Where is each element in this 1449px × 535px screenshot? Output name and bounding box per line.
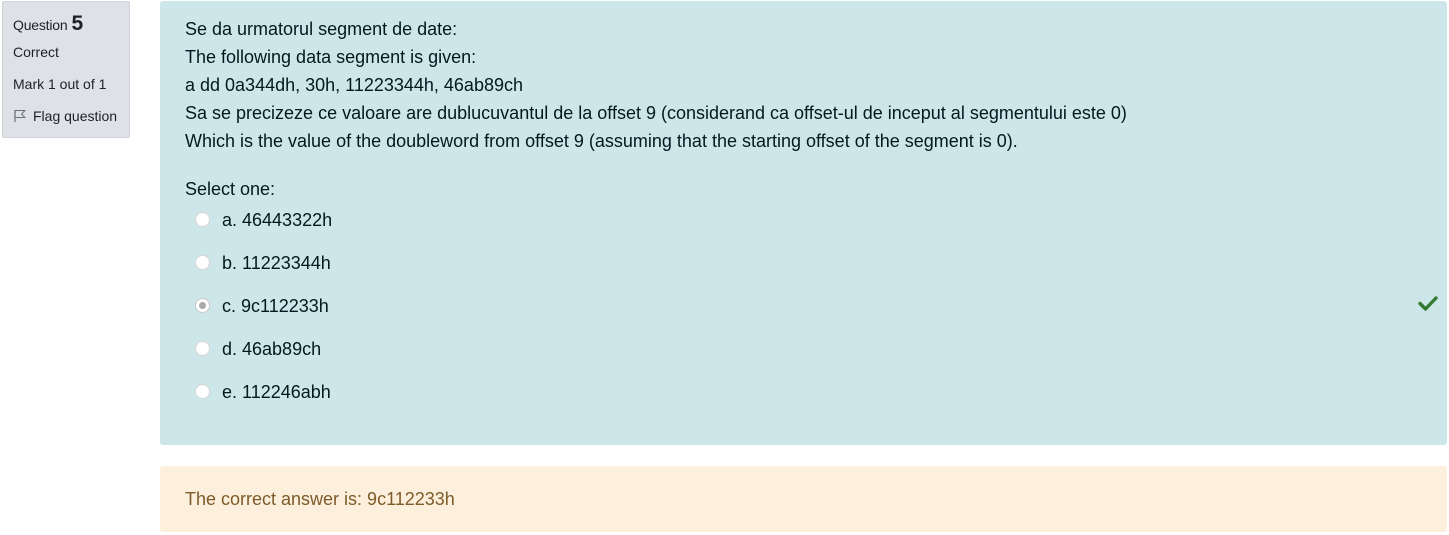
question-formulation: Se da urmatorul segment de date: The fol… bbox=[160, 1, 1447, 445]
answer-radio-b[interactable] bbox=[195, 255, 210, 270]
answer-label-e: e. 112246abh bbox=[222, 382, 331, 402]
feedback-panel: The correct answer is: 9c112233h bbox=[160, 466, 1447, 532]
question-info-panel: Question 5 Correct Mark 1 out of 1 Flag q… bbox=[2, 1, 130, 138]
answer-radio-a[interactable] bbox=[195, 212, 210, 227]
question-label: Question bbox=[13, 17, 68, 33]
question-text-line: Sa se precizeze ce valoare are dublucuva… bbox=[185, 103, 1127, 123]
answer-option-d[interactable]: d. 46ab89ch bbox=[185, 336, 1422, 379]
check-icon bbox=[1418, 296, 1438, 311]
question-text-line: The following data segment is given: bbox=[185, 47, 477, 67]
answer-option-e[interactable]: e. 112246abh bbox=[185, 379, 1422, 422]
question-text: Se da urmatorul segment de date: The fol… bbox=[185, 15, 1422, 155]
question-text-line: Which is the value of the doubleword fro… bbox=[185, 131, 1018, 151]
flag-question-label: Flag question bbox=[33, 108, 118, 124]
question-state: Correct bbox=[13, 44, 59, 60]
answer-radio-e[interactable] bbox=[195, 384, 210, 399]
answer-list: a. 46443322h b. 11223344h c. 9c112233h d… bbox=[185, 207, 1438, 422]
question-text-line: a dd 0a344dh, 30h, 11223344h, 46ab89ch bbox=[185, 75, 523, 95]
answer-label-a: a. 46443322h bbox=[222, 210, 333, 230]
answer-label-b: b. 11223344h bbox=[222, 253, 331, 273]
answer-prompt: Select one: bbox=[185, 179, 276, 199]
flag-question-link[interactable]: Flag question bbox=[13, 106, 129, 126]
question-text-line: Se da urmatorul segment de date: bbox=[185, 19, 458, 39]
answer-label-c: c. 9c112233h bbox=[222, 296, 329, 316]
right-answer-text: The correct answer is: 9c112233h bbox=[185, 488, 455, 509]
answer-option-a[interactable]: a. 46443322h bbox=[185, 207, 1422, 250]
answer-radio-d[interactable] bbox=[195, 341, 210, 356]
answer-label-d: d. 46ab89ch bbox=[222, 339, 322, 359]
question-number-value: 5 bbox=[71, 12, 84, 35]
question-number: Question 5 bbox=[13, 11, 129, 37]
flag-icon bbox=[14, 109, 26, 122]
correct-answer-icon bbox=[1418, 295, 1438, 316]
answer-option-c[interactable]: c. 9c112233h bbox=[185, 293, 1438, 336]
question-grade: Mark 1 out of 1 bbox=[13, 76, 107, 92]
answer-option-b[interactable]: b. 11223344h bbox=[185, 250, 1422, 293]
answer-radio-c[interactable] bbox=[195, 298, 210, 313]
